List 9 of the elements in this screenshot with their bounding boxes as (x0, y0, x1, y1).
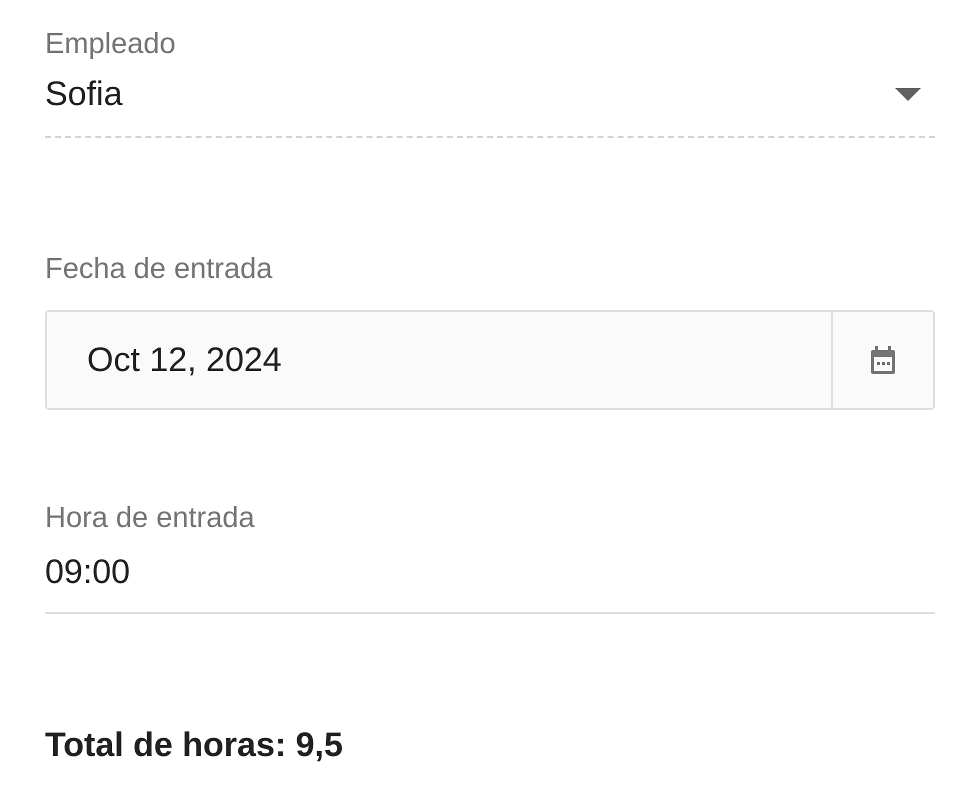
calendar-button[interactable] (831, 310, 935, 410)
caret-icon (895, 88, 921, 102)
employee-dropdown[interactable]: Sofia (45, 61, 935, 138)
field-label: Hora de entrada (45, 502, 256, 535)
total-hours: Total de horas: 9,5 (45, 726, 344, 765)
field-label: Fecha de entrada (45, 253, 274, 286)
date-field[interactable]: Oct 12, 2024 (45, 310, 831, 410)
calendar-icon (870, 346, 896, 374)
field-label: Empleado (45, 28, 177, 61)
